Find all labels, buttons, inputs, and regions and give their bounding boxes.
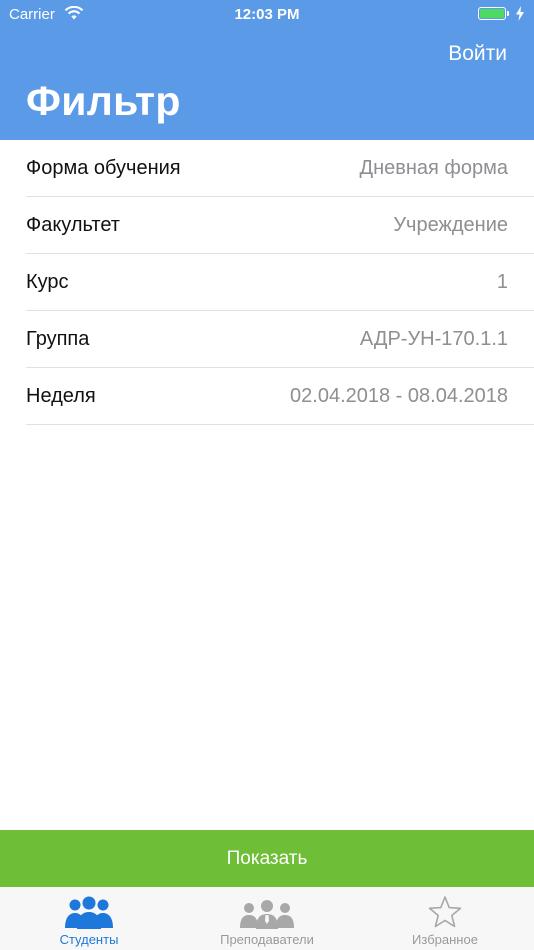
page-title: Фильтр [26,78,181,124]
battery-tip [507,11,509,16]
filter-list: Форма обучения Дневная форма Факультет У… [0,140,534,425]
charging-icon [516,6,524,21]
star-icon [428,896,462,928]
filter-label: Курс [26,271,69,293]
battery-icon [478,7,506,20]
filter-value: АДР-УН-170.1.1 [359,328,508,350]
tab-teachers[interactable]: Преподаватели [178,887,356,950]
status-time: 12:03 PM [234,6,300,23]
login-button[interactable]: Войти [448,42,507,66]
teachers-icon [240,900,294,929]
status-bar: Carrier 12:03 PM [0,0,534,28]
filter-label: Неделя [26,385,96,407]
filter-label: Группа [26,328,90,350]
filter-label: Факультет [26,214,120,236]
filter-value: Дневная форма [359,157,508,179]
filter-row-week[interactable]: Неделя 02.04.2018 - 08.04.2018 [26,368,534,425]
tab-students[interactable]: Студенты [0,887,178,950]
tab-label: Студенты [59,932,119,947]
show-button[interactable]: Показать [0,830,534,887]
filter-row-group[interactable]: Группа АДР-УН-170.1.1 [26,311,534,368]
tab-label: Преподаватели [220,932,314,947]
students-icon [65,896,113,929]
filter-row-study-form[interactable]: Форма обучения Дневная форма [26,140,534,197]
tab-label: Избранное [412,932,478,947]
filter-row-course[interactable]: Курс 1 [26,254,534,311]
filter-value: 1 [496,271,508,293]
tab-favorites[interactable]: Избранное [356,887,534,950]
filter-value: Учреждение [393,214,508,236]
filter-label: Форма обучения [26,157,181,179]
navigation-bar: Войти Фильтр [0,28,534,140]
filter-row-faculty[interactable]: Факультет Учреждение [26,197,534,254]
filter-value: 02.04.2018 - 08.04.2018 [290,385,508,407]
tab-bar: Студенты Преподаватели Избранное [0,887,534,950]
